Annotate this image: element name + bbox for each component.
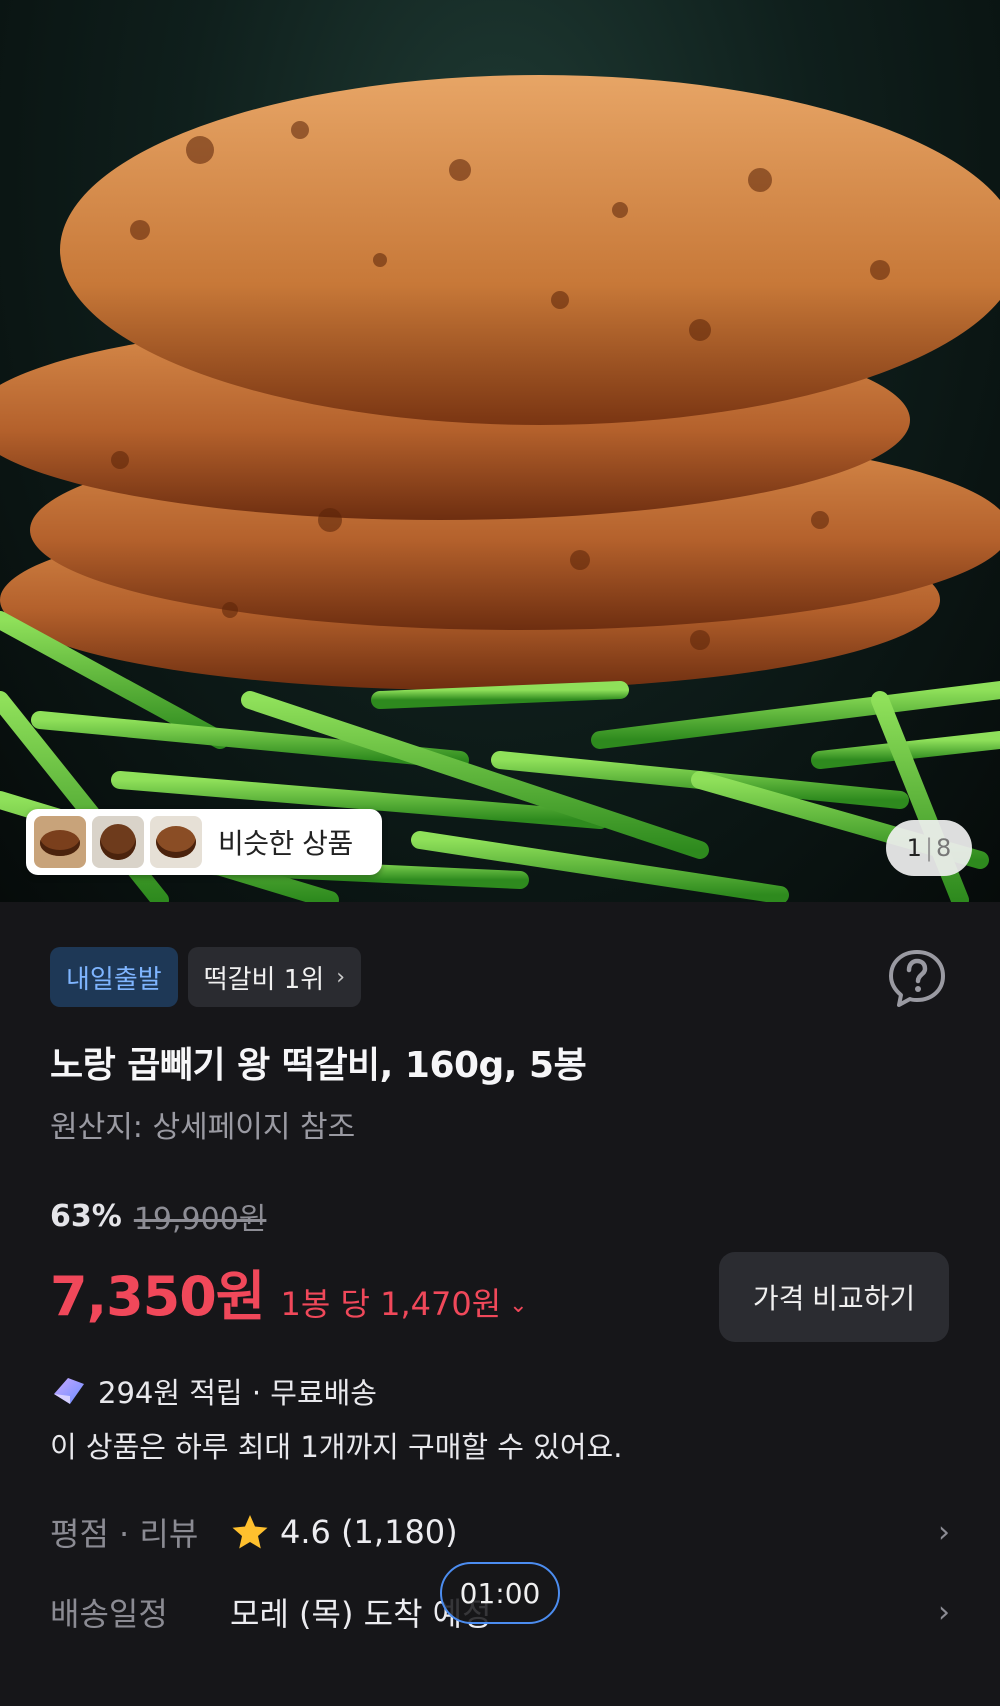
product-origin: 원산지: 상세페이지 참조 <box>50 1110 356 1145</box>
similar-products-label: 비슷한 상품 <box>218 827 353 860</box>
reward-row: 294원 적립 · 무료배송 <box>50 1370 377 1412</box>
similar-product-thumbnail <box>150 816 202 868</box>
image-page-current: 1 <box>906 834 922 862</box>
star-icon <box>232 1515 268 1549</box>
category-rank-label: 떡갈비 1위 <box>203 964 325 995</box>
countdown-timer: 01:00 <box>440 1562 560 1624</box>
chevron-down-icon: ⌄ <box>509 1293 528 1318</box>
rating-review-row[interactable]: 평점 · 리뷰 4.6 (1,180) › <box>50 1502 950 1562</box>
tomorrow-departure-badge: 내일출발 <box>50 947 178 1007</box>
similar-product-thumbnail <box>92 816 144 868</box>
chevron-right-icon: › <box>938 1594 950 1630</box>
rating-review-label: 평점 · 리뷰 <box>50 1515 199 1553</box>
product-title: 노랑 곱빼기 왕 떡갈비, 160g, 5봉 <box>50 1045 587 1086</box>
price-compare-button[interactable]: 가격 비교하기 <box>719 1252 949 1342</box>
category-rank-badge[interactable]: 떡갈비 1위 › <box>187 947 361 1007</box>
cashback-icon <box>54 1378 84 1404</box>
reward-text: 294원 적립 · 무료배송 <box>98 1376 377 1410</box>
price-row: 7,350원 1봉 당 1,470원 ⌄ <box>50 1252 528 1331</box>
product-photo <box>0 75 1000 902</box>
rating-value: 4.6 (1,180) <box>230 1512 458 1552</box>
page-separator: | <box>924 834 934 862</box>
question-circle-icon[interactable] <box>885 946 949 1010</box>
product-image-gallery[interactable]: 비슷한 상품 1 | 8 <box>0 0 1000 902</box>
image-page-counter: 1 | 8 <box>886 820 972 876</box>
rating-score: 4.6 (1,180) <box>280 1513 458 1551</box>
discount-rate: 63% <box>50 1198 122 1234</box>
unit-price-label: 1봉 당 1,470원 <box>280 1285 502 1323</box>
chevron-right-icon: › <box>336 964 345 990</box>
discount-row: 63% 19,900원 <box>50 1194 266 1238</box>
original-price: 19,900원 <box>133 1202 267 1237</box>
image-page-total: 8 <box>936 834 952 862</box>
similar-product-thumbnail <box>34 816 86 868</box>
similar-products-button[interactable]: 비슷한 상품 <box>26 809 382 875</box>
badge-row: 내일출발 떡갈비 1위 › <box>50 947 361 1007</box>
chevron-right-icon: › <box>938 1514 950 1550</box>
sale-price: 7,350원 <box>50 1265 265 1328</box>
product-info-section: 내일출발 떡갈비 1위 › 노랑 곱빼기 왕 떡갈비, 160g, 5봉 원산지… <box>0 902 1000 1706</box>
delivery-schedule-label: 배송일정 <box>50 1595 168 1633</box>
purchase-limit-note: 이 상품은 하루 최대 1개까지 구매할 수 있어요. <box>50 1430 623 1464</box>
unit-price-toggle[interactable]: 1봉 당 1,470원 ⌄ <box>281 1279 528 1325</box>
